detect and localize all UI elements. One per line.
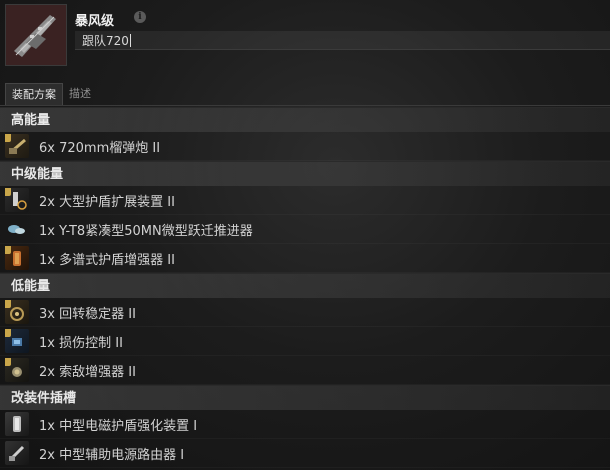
ship-title: 暴风级 — [75, 14, 115, 29]
shield-hardener-icon — [5, 246, 29, 270]
tab-fitting[interactable]: 装配方案 — [5, 83, 63, 106]
microwarpdrive-icon — [5, 217, 29, 241]
rig-icon — [5, 412, 29, 436]
gyrostabilizer-icon — [5, 300, 29, 324]
slot-badge — [5, 358, 11, 366]
item-label: 2x 中型辅助电源路由器 I — [39, 447, 185, 463]
shield-extender-icon — [5, 188, 29, 212]
fitting-header: 暴风级 i — [0, 0, 610, 80]
list-item[interactable]: 1x 损伤控制 II — [0, 327, 610, 356]
fitting-list: 高能量 6x 720mm榴弹炮 II 中级能量 2x 大型护盾扩展装置 II 1… — [0, 107, 610, 468]
item-label: 3x 回转稳定器 II — [39, 306, 136, 322]
list-item[interactable]: 1x 多谱式护盾增强器 II — [0, 244, 610, 273]
slot-badge — [5, 329, 11, 337]
slot-badge — [5, 300, 11, 308]
signal-amplifier-icon — [5, 358, 29, 382]
text-caret — [130, 34, 131, 47]
ship-thumbnail[interactable] — [5, 4, 67, 66]
tab-description[interactable]: 描述 — [63, 83, 97, 105]
list-item[interactable]: 2x 大型护盾扩展装置 II — [0, 186, 610, 215]
tab-bar: 装配方案 描述 — [5, 83, 97, 106]
item-label: 1x 多谱式护盾增强器 II — [39, 252, 175, 268]
list-item[interactable]: 3x 回转稳定器 II — [0, 298, 610, 327]
slot-badge — [5, 134, 11, 142]
artillery-icon — [5, 134, 29, 158]
section-high-slots: 高能量 — [0, 107, 610, 132]
slot-badge — [5, 188, 11, 196]
item-label: 1x 损伤控制 II — [39, 335, 123, 351]
section-low-slots: 低能量 — [0, 273, 610, 298]
list-item[interactable]: 6x 720mm榴弹炮 II — [0, 132, 610, 161]
item-label: 6x 720mm榴弹炮 II — [39, 140, 161, 156]
slot-badge — [5, 246, 11, 254]
list-item[interactable]: 1x 中型电磁护盾强化装置 I — [0, 410, 610, 439]
info-icon[interactable]: i — [134, 11, 146, 23]
tab-divider — [0, 105, 610, 106]
item-label: 2x 大型护盾扩展装置 II — [39, 194, 175, 210]
list-item[interactable]: 2x 中型辅助电源路由器 I — [0, 439, 610, 468]
item-label: 2x 索敌增强器 II — [39, 364, 136, 380]
damage-control-icon — [5, 329, 29, 353]
item-label: 1x 中型电磁护盾强化装置 I — [39, 418, 198, 434]
list-item[interactable]: 1x Y-T8紧凑型50MN微型跃迁推进器 — [0, 215, 610, 244]
ship-icon — [6, 5, 66, 65]
item-label: 1x Y-T8紧凑型50MN微型跃迁推进器 — [39, 223, 253, 239]
rig-icon — [5, 441, 29, 465]
fit-name-input[interactable] — [75, 31, 610, 50]
section-mid-slots: 中级能量 — [0, 161, 610, 186]
list-item[interactable]: 2x 索敌增强器 II — [0, 356, 610, 385]
section-rig-slots: 改装件插槽 — [0, 385, 610, 410]
